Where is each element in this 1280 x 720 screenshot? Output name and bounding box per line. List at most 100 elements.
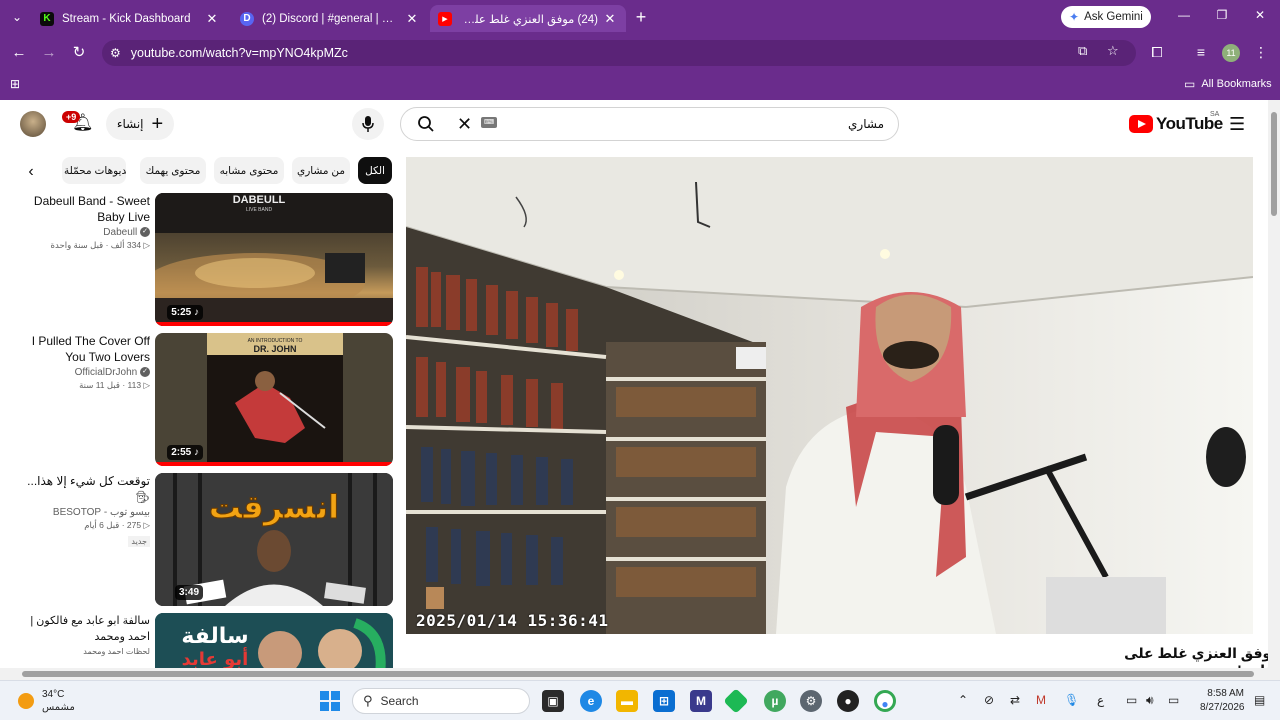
all-bookmarks-button[interactable]: ▭ All Bookmarks (1184, 77, 1272, 91)
create-button[interactable]: إنشاء + (106, 108, 174, 140)
video-thumbnail[interactable]: DABEULL LIVE BAND 5:25 ♪ (155, 193, 393, 326)
chip-from-channel[interactable]: من مشاري (292, 157, 350, 184)
video-title[interactable]: توقعت كل شيء إلا هذا... 🕵︎ (20, 473, 150, 505)
keyboard-icon[interactable]: ⌨ (481, 117, 497, 128)
file-explorer-icon[interactable]: ▬ (616, 690, 638, 712)
video-player[interactable]: 2025/01/14 15:36:41 (406, 157, 1253, 634)
youtube-play-icon (1129, 115, 1153, 133)
close-tab-icon[interactable]: ✕ (602, 11, 618, 27)
install-app-icon[interactable]: ⧉ (1078, 43, 1087, 59)
microphone-icon (362, 116, 374, 132)
profile-avatar[interactable]: 11 (1222, 44, 1240, 62)
microphone-tray-icon[interactable]: 🎙︎ (1064, 693, 1079, 707)
network-tray-icon[interactable]: ⇄ (1010, 693, 1020, 707)
windows-taskbar: 34°C مشمس ⚲ Search ▣ e ▬ ⊞ M µ ⚙ ● ● ⌃ ⊘… (0, 680, 1280, 720)
minimize-icon[interactable]: — (1176, 8, 1192, 22)
media-controls-icon[interactable]: ≡ (1192, 44, 1210, 60)
chrome-icon[interactable]: ● (874, 690, 896, 712)
extensions-icon[interactable]: ⧠ (1148, 44, 1166, 61)
scrollbar-thumb[interactable] (1271, 112, 1277, 216)
obs-icon[interactable]: ● (837, 690, 859, 712)
new-tab-button[interactable]: + (632, 8, 650, 26)
volume-icon[interactable]: 🔊︎ (1146, 693, 1154, 708)
browser-chrome: ⌄ K Stream - Kick Dashboard ✕ D (2) Disc… (0, 0, 1280, 100)
chip-related[interactable]: محتوى مشابه (214, 157, 284, 184)
search-icon: ⚲ (363, 693, 373, 708)
bookmark-star-icon[interactable]: ☆ (1107, 43, 1119, 59)
filter-chips: ‹ فيديوهات محمّلة محتوى يهمك محتوى مشابه… (20, 156, 395, 186)
clock[interactable]: 8:58 AM 8/27/2026 (1200, 687, 1245, 715)
tab-kick[interactable]: K Stream - Kick Dashboard ✕ (32, 5, 228, 32)
duration-badge: 2:55 ♪ (167, 445, 203, 460)
video-title[interactable]: سالفة ابو عابد مع فالكون | احمد ومحمد (20, 613, 150, 645)
video-title[interactable]: I Pulled The Cover Off You Two Lovers (20, 333, 150, 365)
app-tray-icon[interactable]: M (1036, 693, 1046, 707)
search-input[interactable]: مشاري (848, 117, 884, 131)
recommendation-item[interactable]: Dabeull Band - Sweet Baby Live Dabeull ✓… (20, 193, 395, 327)
video-thumbnail[interactable]: سالفة أبو عابد (155, 613, 393, 668)
recommendation-item[interactable]: سالفة ابو عابد مع فالكون | احمد ومحمد لح… (20, 613, 395, 668)
recommendation-item[interactable]: توقعت كل شيء إلا هذا... 🕵︎ بيسو توب - BE… (20, 473, 395, 607)
channel-name[interactable]: Dabeull ✓ (20, 227, 150, 238)
close-tab-icon[interactable]: ✕ (404, 11, 420, 27)
recommendation-item[interactable]: I Pulled The Cover Off You Two Lovers Of… (20, 333, 395, 467)
forward-icon[interactable]: → (40, 44, 58, 62)
tab-discord[interactable]: D (2) Discord | #general | Super F ✕ (232, 5, 428, 32)
app-m-icon[interactable]: M (690, 690, 712, 712)
emoji-icon: 🕵︎ (134, 490, 150, 504)
horizontal-scrollbar[interactable] (0, 668, 1280, 680)
channel-name[interactable]: OfficialDrJohn ✓ (20, 367, 150, 378)
voice-search-button[interactable] (352, 108, 384, 140)
menu-icon[interactable]: ⋮ (1252, 44, 1270, 61)
task-view-icon[interactable]: ▣ (542, 690, 564, 712)
battery-icon[interactable]: ▭ (1168, 693, 1179, 707)
close-tab-icon[interactable]: ✕ (204, 11, 220, 27)
tab-title: Stream - Kick Dashboard (62, 12, 191, 25)
display-icon[interactable]: ▭ (1126, 693, 1137, 707)
address-bar[interactable]: ⚙ youtube.com/watch?v=mpYNO4kpMZc ⧉ ☆ (102, 40, 1136, 66)
chip-all[interactable]: الكل (358, 157, 392, 184)
sync-off-icon[interactable]: ⊘ (984, 693, 994, 707)
thumb-text: أبو عابد (182, 647, 249, 668)
channel-name[interactable]: بيسو توب - BESOTOP (20, 507, 150, 518)
tab-youtube[interactable]: ▶ (24) موفق العنزي غلط على ا ✕ (430, 5, 626, 32)
video-thumbnail[interactable]: AN INTRODUCTION TO DR. JOHN 2:55 ♪ (155, 333, 393, 466)
notification-center-icon[interactable]: ▤ (1254, 693, 1265, 707)
app-diamond-icon[interactable] (723, 688, 749, 714)
store-icon[interactable]: ⊞ (653, 690, 675, 712)
search-box[interactable]: ✕ ⌨ مشاري (400, 107, 899, 141)
youtube-logo[interactable]: YouTube (1129, 114, 1223, 134)
weather-widget[interactable]: 34°C مشمس (18, 688, 75, 714)
reload-icon[interactable]: ↻ (70, 44, 88, 62)
site-info-icon[interactable]: ⚙ (110, 46, 121, 60)
video-title[interactable]: Dabeull Band - Sweet Baby Live (20, 193, 150, 225)
start-button[interactable] (320, 691, 340, 711)
scrollbar-thumb[interactable] (22, 671, 1254, 677)
back-icon[interactable]: ← (10, 44, 28, 62)
chip-for-you[interactable]: محتوى يهمك (140, 157, 206, 184)
vertical-scrollbar[interactable] (1268, 100, 1280, 668)
apps-grid-icon[interactable]: ⊞ (10, 78, 22, 90)
all-bookmarks-label: All Bookmarks (1201, 78, 1272, 90)
tab-search-icon[interactable]: ⌄ (9, 9, 25, 25)
taskbar-search[interactable]: ⚲ Search (352, 688, 530, 714)
utorrent-icon[interactable]: µ (764, 690, 786, 712)
user-avatar[interactable] (20, 111, 46, 137)
channel-name[interactable]: لحظات احمد ومحمد (20, 647, 150, 656)
maximize-icon[interactable]: ❐ (1214, 8, 1230, 22)
settings-icon[interactable]: ⚙ (800, 690, 822, 712)
chevron-up-icon[interactable]: ⌃ (958, 693, 968, 707)
input-language[interactable]: ع (1097, 693, 1104, 707)
clear-search-icon[interactable]: ✕ (457, 114, 472, 135)
ask-gemini-button[interactable]: ✦ Ask Gemini (1061, 6, 1151, 28)
guide-menu-icon[interactable]: ☰ (1229, 114, 1245, 135)
video-meta: I Pulled The Cover Off You Two Lovers Of… (20, 333, 150, 391)
search-icon[interactable] (417, 115, 435, 133)
close-window-icon[interactable]: ✕ (1252, 8, 1268, 22)
thumb-text: DABEULL (233, 194, 286, 206)
chip-downloaded[interactable]: فيديوهات محمّلة (62, 157, 126, 184)
video-thumbnail[interactable]: انسرقت 3:49 (155, 473, 393, 606)
edge-icon[interactable]: e (580, 690, 602, 712)
watch-progress-bar (155, 322, 393, 326)
chevron-left-icon[interactable]: ‹ (20, 161, 42, 183)
